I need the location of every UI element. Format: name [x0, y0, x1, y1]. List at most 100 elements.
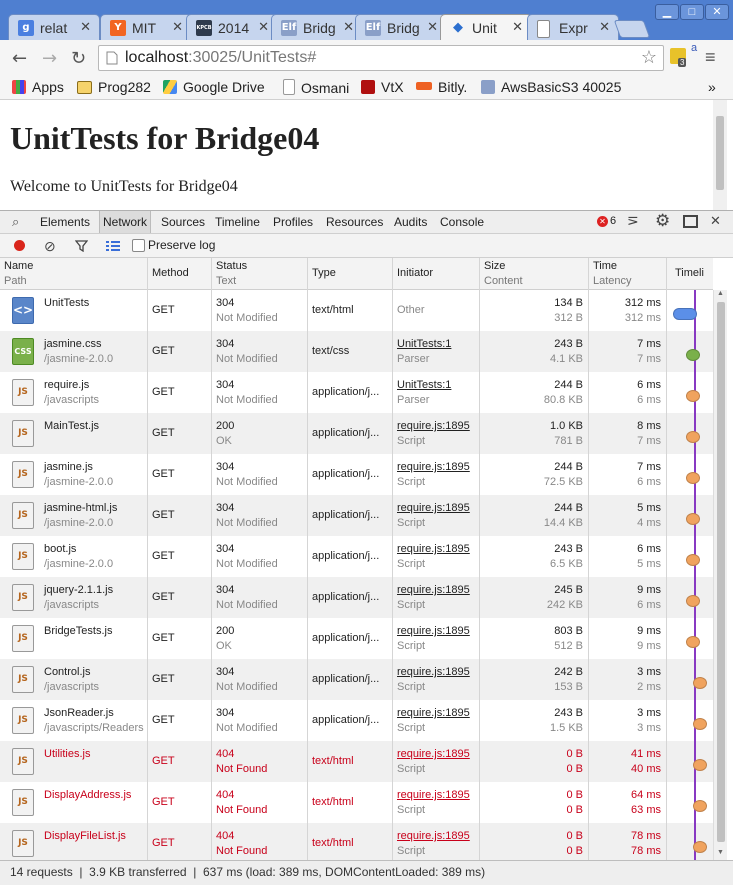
tab-audits[interactable]: Audits — [394, 215, 427, 229]
address-bar[interactable]: localhost:30025/UnitTests# ☆ — [98, 45, 664, 71]
initiator-link[interactable]: require.js:1895 — [397, 420, 470, 432]
initiator-link[interactable]: require.js:1895 — [397, 748, 470, 760]
filter-icon[interactable] — [75, 240, 88, 252]
request-row[interactable]: JS jasmine-html.js/jasmine-2.0.0 GET 304 Not… — [0, 495, 713, 536]
cell-initiator: require.js:1895 Script — [393, 659, 480, 700]
back-arrow-icon[interactable]: ← — [12, 48, 27, 69]
browser-tab[interactable]: ◆ Unit ✕ — [440, 14, 532, 40]
tab-resources[interactable]: Resources — [326, 215, 383, 229]
menu-icon[interactable]: ≡ — [705, 47, 716, 68]
error-icon[interactable]: ✕ — [597, 216, 608, 227]
page-scrollbar[interactable] — [713, 100, 727, 210]
new-tab-button[interactable] — [613, 20, 651, 38]
browser-tab[interactable]: Expr ✕ — [527, 14, 619, 40]
bookmark-awsbasics3[interactable]: AwsBasicS3 40025 — [481, 79, 621, 95]
preserve-log-checkbox[interactable] — [132, 239, 145, 252]
request-row[interactable]: JS JsonReader.js/javascripts/Readers GET 30… — [0, 700, 713, 741]
bookmark-apps[interactable]: Apps — [12, 79, 64, 95]
tab-profiles[interactable]: Profiles — [273, 215, 313, 229]
column-method[interactable]: Method — [148, 258, 212, 290]
request-row[interactable]: JS jquery-2.1.1.js/javascripts GET 304 Not M… — [0, 577, 713, 618]
close-devtools-icon[interactable]: ✕ — [710, 213, 721, 229]
gear-icon[interactable]: ⚙ — [655, 211, 670, 231]
bookmark-osmani[interactable]: Osmani — [283, 79, 349, 96]
page-scrollbar-thumb[interactable] — [716, 116, 724, 190]
clear-icon[interactable]: ⊘ — [44, 238, 56, 255]
status-code: 200 — [216, 420, 235, 432]
close-tab-icon[interactable]: ✕ — [172, 19, 183, 35]
console-drawer-icon[interactable]: ⋝ — [627, 212, 639, 229]
request-name: JsonReader.js — [44, 707, 114, 719]
scroll-up-icon[interactable]: ▲ — [717, 290, 724, 297]
browser-tab[interactable]: Y MIT ✕ — [100, 14, 192, 40]
bookmark-star-icon[interactable]: ☆ — [641, 47, 657, 68]
close-window-button[interactable]: ✕ — [705, 4, 729, 20]
initiator-link[interactable]: require.js:1895 — [397, 789, 470, 801]
close-tab-icon[interactable]: ✕ — [599, 19, 610, 35]
dock-icon[interactable] — [683, 215, 698, 228]
request-row[interactable]: JS Utilities.js GET 404 Not Found text/html re… — [0, 741, 713, 782]
request-row[interactable]: <> UnitTests GET 304 Not Modified text/html Ot… — [0, 290, 713, 331]
tab-network[interactable]: Network — [99, 211, 152, 233]
browser-tab[interactable]: Elf Bridg ✕ — [271, 14, 363, 40]
reload-icon[interactable]: ↻ — [71, 48, 86, 69]
grid-scrollbar-thumb[interactable] — [717, 302, 725, 842]
request-time: 3 ms — [637, 707, 661, 719]
close-tab-icon[interactable]: ✕ — [80, 19, 91, 35]
bookmark-google-drive[interactable]: Google Drive — [163, 79, 265, 95]
initiator-link[interactable]: require.js:1895 — [397, 625, 470, 637]
tab-sources[interactable]: Sources — [161, 215, 205, 229]
request-row[interactable]: JS jasmine.js/jasmine-2.0.0 GET 304 Not Modi… — [0, 454, 713, 495]
browser-tab[interactable]: g relat ✕ — [8, 14, 100, 40]
request-row[interactable]: JS MainTest.js GET 200 OK application/j... req… — [0, 413, 713, 454]
browser-tab[interactable]: KPCB 2014 ✕ — [186, 14, 278, 40]
initiator-link[interactable]: require.js:1895 — [397, 666, 470, 678]
initiator-link[interactable]: UnitTests:1 — [397, 379, 451, 391]
close-tab-icon[interactable]: ✕ — [427, 19, 438, 35]
bookmarks-overflow-chevron-icon[interactable]: » — [708, 79, 716, 95]
initiator-link[interactable]: require.js:1895 — [397, 584, 470, 596]
request-row[interactable]: JS DisplayFileList.js GET 404 Not Found text/… — [0, 823, 713, 860]
maximize-button[interactable]: □ — [680, 4, 704, 20]
request-row[interactable]: JS DisplayAddress.js GET 404 Not Found text/h… — [0, 782, 713, 823]
cell-initiator: require.js:1895 Script — [393, 413, 480, 454]
column-time[interactable]: Time Latency — [589, 258, 667, 290]
column-type[interactable]: Type — [308, 258, 393, 290]
minimize-button[interactable]: ▁ — [655, 4, 679, 20]
column-timeline[interactable]: Timeli — [667, 258, 713, 290]
translate-icon[interactable]: a — [691, 42, 697, 54]
request-row[interactable]: CSS jasmine.css/jasmine-2.0.0 GET 304 Not Mo… — [0, 331, 713, 372]
forward-arrow-icon[interactable]: → — [42, 48, 57, 69]
search-icon[interactable]: ⌕ — [12, 214, 19, 230]
tab-console[interactable]: Console — [440, 215, 484, 229]
browser-tab[interactable]: Elf Bridg ✕ — [355, 14, 447, 40]
column-initiator[interactable]: Initiator — [393, 258, 480, 290]
bookmark-vtx[interactable]: VtX — [361, 79, 404, 95]
bookmark-bitly[interactable]: Bitly. — [416, 79, 467, 95]
tab-timeline[interactable]: Timeline — [215, 215, 260, 229]
close-tab-icon[interactable]: ✕ — [258, 19, 269, 35]
close-tab-icon[interactable]: ✕ — [512, 19, 523, 35]
close-tab-icon[interactable]: ✕ — [343, 19, 354, 35]
list-view-icon[interactable] — [106, 240, 120, 252]
initiator-link[interactable]: require.js:1895 — [397, 543, 470, 555]
extension-icon[interactable]: 3 — [670, 48, 687, 67]
initiator-link[interactable]: require.js:1895 — [397, 707, 470, 719]
record-icon[interactable] — [14, 240, 25, 251]
request-row[interactable]: JS BridgeTests.js GET 200 OK application/j...… — [0, 618, 713, 659]
grid-scrollbar[interactable]: ▲ ▼ — [713, 290, 727, 860]
initiator-link[interactable]: require.js:1895 — [397, 461, 470, 473]
initiator-link[interactable]: require.js:1895 — [397, 502, 470, 514]
initiator-link[interactable]: UnitTests:1 — [397, 338, 451, 350]
tab-elements[interactable]: Elements — [40, 215, 90, 229]
request-row[interactable]: JS require.js/javascripts GET 304 Not Modifi… — [0, 372, 713, 413]
column-size[interactable]: Size Content — [480, 258, 589, 290]
request-row[interactable]: JS boot.js/jasmine-2.0.0 GET 304 Not Modifie… — [0, 536, 713, 577]
cell-type: application/j... — [308, 536, 393, 577]
request-row[interactable]: JS Control.js/javascripts GET 304 Not Modifi… — [0, 659, 713, 700]
column-status[interactable]: Status Text — [212, 258, 308, 290]
column-name[interactable]: Name Path — [0, 258, 148, 290]
bookmark-prog282[interactable]: Prog282 — [77, 79, 151, 95]
scroll-down-icon[interactable]: ▼ — [717, 849, 724, 856]
initiator-link[interactable]: require.js:1895 — [397, 830, 470, 842]
